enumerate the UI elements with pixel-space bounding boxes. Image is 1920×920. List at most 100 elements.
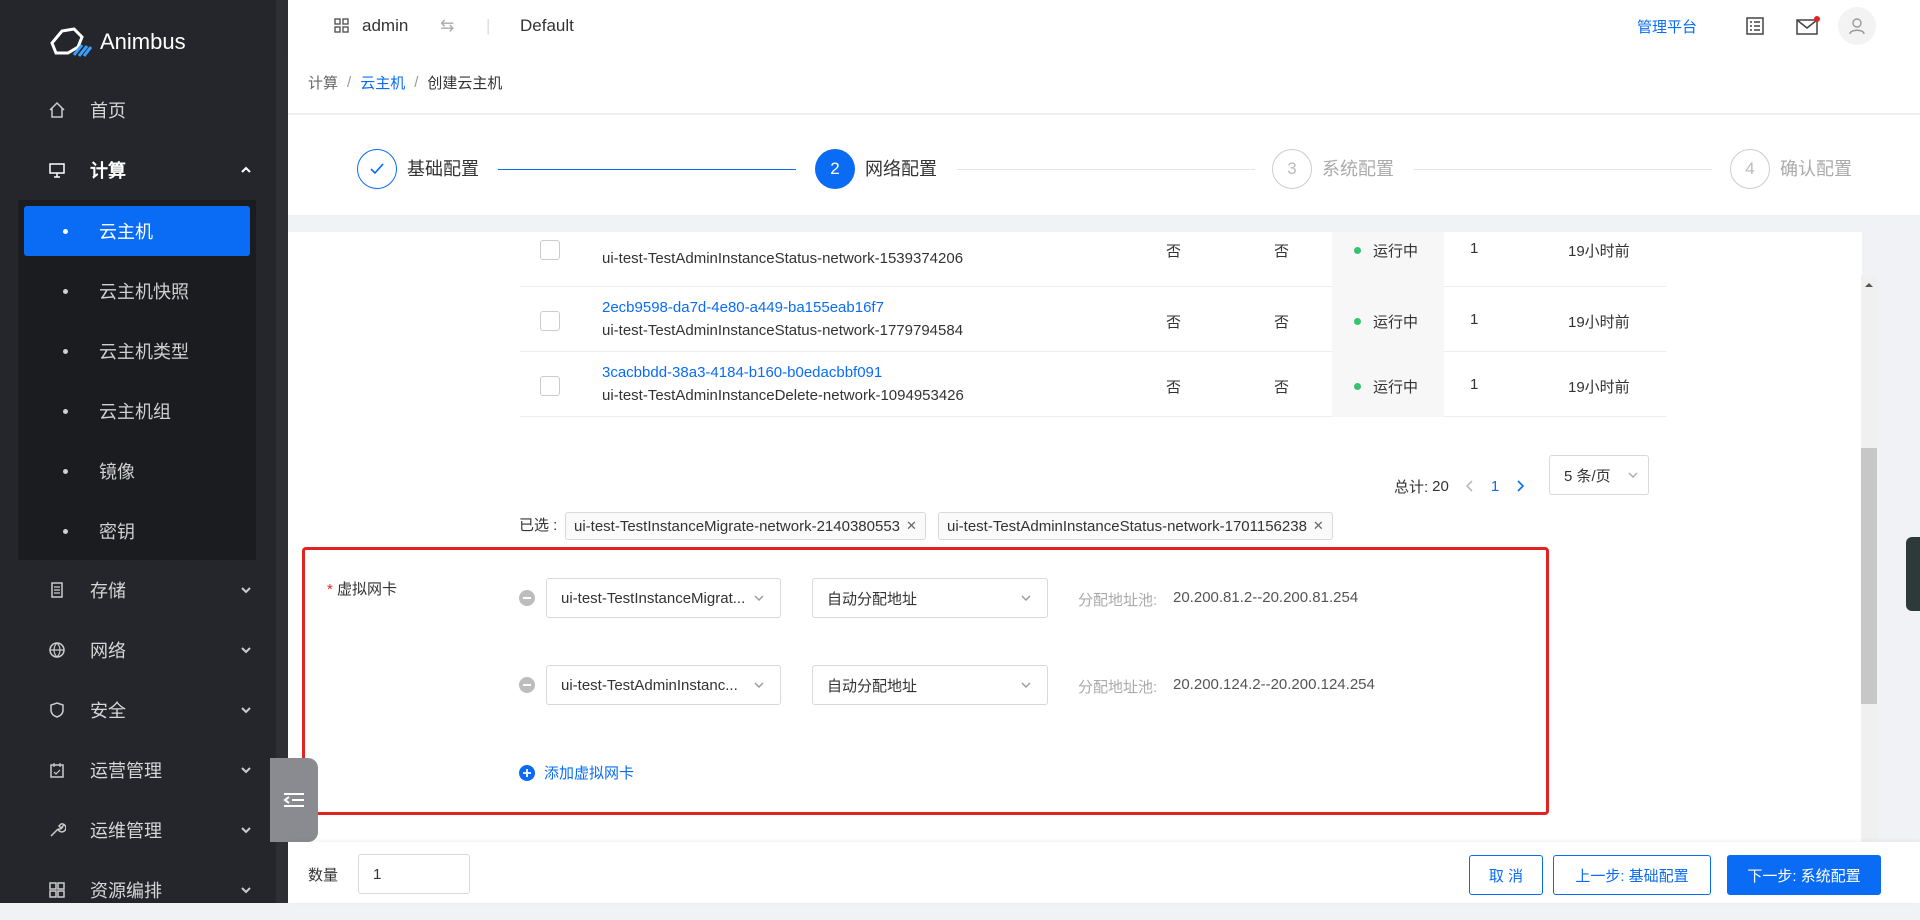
sidebar-item-label: 网络 bbox=[90, 641, 126, 661]
bullet-icon bbox=[63, 228, 68, 234]
chevron-down-icon bbox=[241, 587, 251, 594]
sidebar-item-images[interactable]: 镜像 bbox=[24, 446, 250, 496]
sidebar-item-label: 密钥 bbox=[99, 522, 135, 542]
sidebar-item-compute[interactable]: 计算 bbox=[0, 140, 276, 200]
status-text: 运行中 bbox=[1373, 314, 1419, 331]
table-row[interactable]: 2ecb9598-da7d-4e80-a449-ba155eab16f7 ui-… bbox=[520, 287, 1666, 352]
current-page[interactable]: 1 bbox=[1491, 478, 1499, 495]
row-checkbox[interactable] bbox=[540, 376, 560, 396]
network-id-link[interactable]: 2ecb9598-da7d-4e80-a449-ba155eab16f7 bbox=[602, 299, 884, 316]
sidebar-item-network[interactable]: 网络 bbox=[0, 620, 276, 680]
chevron-down-icon bbox=[241, 707, 251, 714]
selected-tag[interactable]: ui-test-TestInstanceMigrate-network-2140… bbox=[565, 512, 926, 540]
chevron-up-icon bbox=[241, 166, 251, 173]
external-value: 否 bbox=[1274, 379, 1290, 396]
prev-page-icon[interactable] bbox=[1463, 479, 1477, 493]
breadcrumb-root[interactable]: 计算 bbox=[308, 72, 338, 93]
table-row[interactable]: 3cacbbdd-38a3-4184-b160-b0edacbbf091 ui-… bbox=[520, 352, 1666, 417]
step-2-label: 网络配置 bbox=[865, 159, 937, 179]
close-icon[interactable]: ✕ bbox=[906, 518, 917, 534]
count-value: 1 bbox=[373, 865, 382, 883]
sidebar-item-label: 云主机快照 bbox=[99, 282, 189, 302]
step-connector bbox=[1414, 169, 1712, 170]
subnet-count: 1 bbox=[1470, 311, 1479, 328]
count-input[interactable]: 1 bbox=[358, 854, 470, 894]
status-dot-icon bbox=[1354, 247, 1361, 254]
user-switcher[interactable]: admin bbox=[334, 0, 408, 52]
shared-value: 否 bbox=[1166, 243, 1182, 260]
brand-logo[interactable]: Animbus bbox=[48, 22, 186, 62]
shared-value: 否 bbox=[1166, 314, 1182, 331]
table-row[interactable]: ui-test-TestAdminInstanceStatus-network-… bbox=[520, 232, 1666, 287]
created-time: 19小时前 bbox=[1568, 243, 1630, 260]
subnet-count: 1 bbox=[1470, 376, 1479, 393]
sidebar-item-label: 存储 bbox=[90, 581, 126, 601]
step-1-label: 基础配置 bbox=[407, 159, 479, 179]
sidebar-item-maintenance[interactable]: 运维管理 bbox=[0, 800, 276, 860]
sidebar-item-storage[interactable]: 存储 bbox=[0, 560, 276, 620]
sidebar-item-operations[interactable]: 运营管理 bbox=[0, 740, 276, 800]
sidebar: Animbus 首页 计算 云主机 云主机快照 云主机类型 云主机组 镜像 密钥… bbox=[0, 0, 288, 903]
avatar[interactable] bbox=[1838, 0, 1876, 52]
next-page-icon[interactable] bbox=[1513, 479, 1527, 493]
step-4-label: 确认配置 bbox=[1780, 159, 1852, 179]
chevron-down-icon bbox=[241, 827, 251, 834]
sidebar-item-home[interactable]: 首页 bbox=[0, 80, 276, 140]
breadcrumb-parent[interactable]: 云主机 bbox=[360, 72, 405, 93]
next-step-button[interactable]: 下一步: 系统配置 bbox=[1727, 855, 1881, 895]
selected-tag[interactable]: ui-test-TestAdminInstanceStatus-network-… bbox=[938, 512, 1333, 540]
user-icon bbox=[1849, 18, 1865, 35]
status-dot-icon bbox=[1354, 383, 1361, 390]
close-icon[interactable]: ✕ bbox=[1313, 518, 1324, 534]
sidebar-item-instances[interactable]: 云主机 bbox=[24, 206, 250, 256]
admin-platform-link[interactable]: 管理平台 bbox=[1637, 0, 1697, 52]
step-2-number: 2 bbox=[815, 149, 855, 189]
row-checkbox[interactable] bbox=[540, 240, 560, 260]
cloud-logo-icon bbox=[50, 27, 93, 57]
sidebar-item-security[interactable]: 安全 bbox=[0, 680, 276, 740]
prev-step-button[interactable]: 上一步: 基础配置 bbox=[1553, 855, 1711, 895]
project-name[interactable]: Default bbox=[520, 0, 574, 52]
total-label: 总计: bbox=[1394, 478, 1429, 496]
network-name: ui-test-TestAdminInstanceStatus-network-… bbox=[602, 322, 964, 339]
scrollbar-thumb[interactable] bbox=[1861, 448, 1877, 704]
step-4-number: 4 bbox=[1730, 149, 1770, 189]
cancel-button[interactable]: 取 消 bbox=[1469, 855, 1543, 895]
sidebar-item-flavors[interactable]: 云主机类型 bbox=[24, 326, 250, 376]
sidebar-item-label: 计算 bbox=[90, 161, 126, 181]
sidebar-item-label: 运营管理 bbox=[90, 761, 162, 781]
count-label: 数量 bbox=[308, 867, 339, 884]
content-scrollbar[interactable] bbox=[1861, 275, 1877, 843]
sidebar-item-keypairs[interactable]: 密钥 bbox=[24, 506, 250, 556]
sidebar-item-label: 云主机类型 bbox=[99, 342, 189, 362]
wizard-steps bbox=[288, 115, 1920, 215]
tag-text: ui-test-TestInstanceMigrate-network-2140… bbox=[574, 517, 901, 535]
row-checkbox[interactable] bbox=[540, 311, 560, 331]
bullet-icon bbox=[63, 468, 68, 474]
sidebar-item-server-groups[interactable]: 云主机组 bbox=[24, 386, 250, 436]
shared-value: 否 bbox=[1166, 379, 1182, 396]
page-size-select[interactable]: 5 条/页 bbox=[1549, 455, 1649, 495]
sidebar-item-orchestration[interactable]: 资源编排 bbox=[0, 860, 276, 920]
switch-icon[interactable]: ⇆ bbox=[440, 0, 454, 52]
task-list-icon[interactable] bbox=[1745, 0, 1765, 52]
selected-label: 已选 : bbox=[519, 517, 558, 534]
collapse-sidebar-button[interactable] bbox=[270, 758, 318, 842]
status-badge: 运行中 bbox=[1354, 376, 1418, 397]
bullet-icon bbox=[63, 408, 68, 414]
network-id-link[interactable]: 3cacbbdd-38a3-4184-b160-b0edacbbf091 bbox=[602, 364, 882, 381]
home-icon bbox=[47, 100, 67, 120]
mail-icon[interactable] bbox=[1796, 0, 1820, 52]
created-time: 19小时前 bbox=[1568, 314, 1630, 331]
globe-icon bbox=[47, 640, 67, 660]
scroll-up-icon[interactable] bbox=[1861, 279, 1877, 291]
sidebar-item-label: 运维管理 bbox=[90, 821, 162, 841]
sidebar-item-snapshots[interactable]: 云主机快照 bbox=[24, 266, 250, 316]
breadcrumb-separator: / bbox=[414, 74, 419, 91]
chevron-down-icon bbox=[241, 887, 251, 894]
bullet-icon bbox=[63, 348, 68, 354]
external-value: 否 bbox=[1274, 314, 1290, 331]
side-widget[interactable] bbox=[1906, 537, 1920, 611]
total-count: 20 bbox=[1432, 477, 1449, 495]
sidebar-item-label: 镜像 bbox=[99, 462, 135, 482]
